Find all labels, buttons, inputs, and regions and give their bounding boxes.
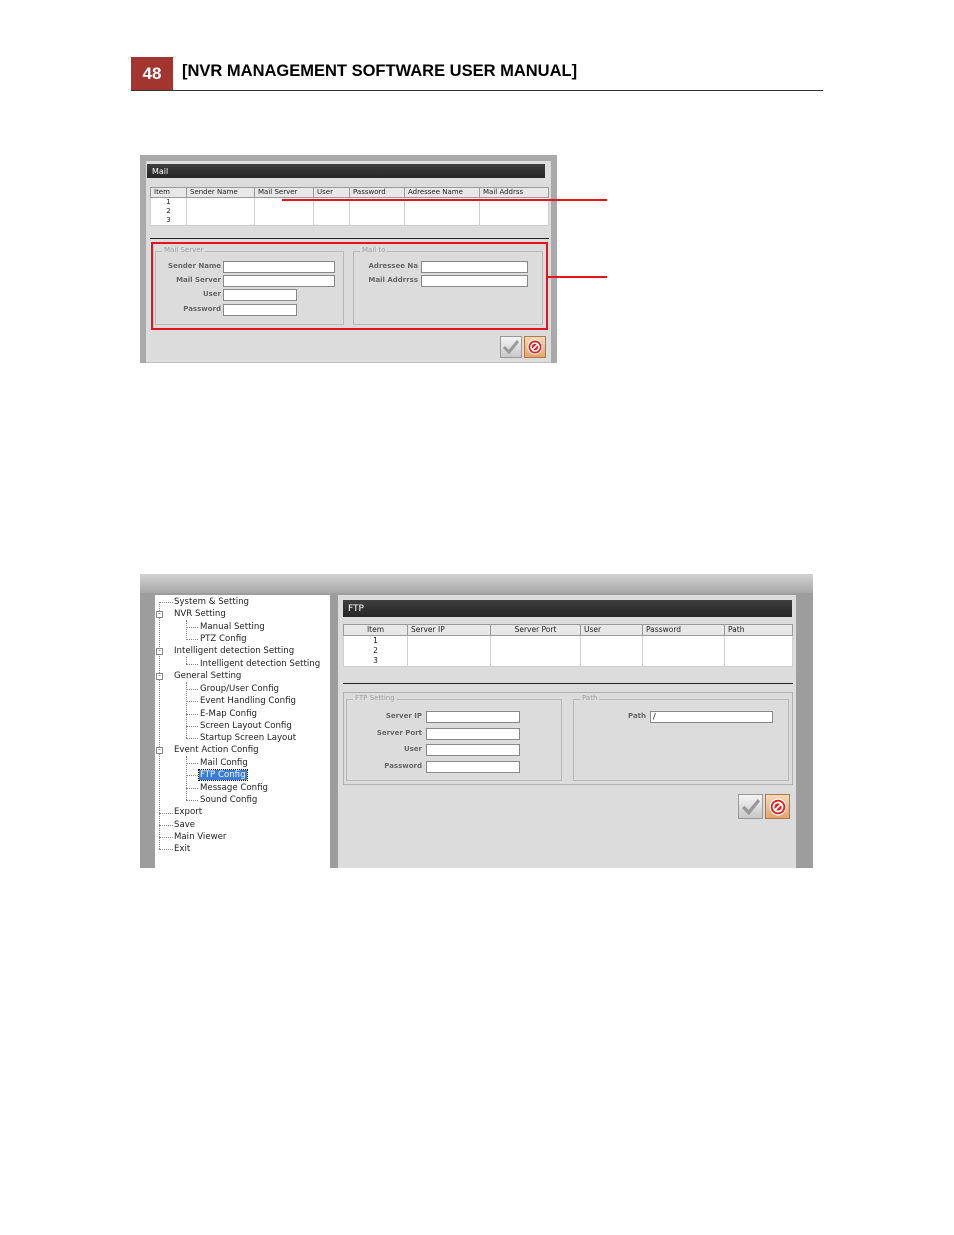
col-item: Item — [343, 624, 408, 636]
settings-tree[interactable]: - - - - System & Setting NVR Setting Man… — [155, 595, 330, 868]
path-input[interactable]: / — [650, 711, 773, 723]
table-row[interactable]: 2 — [343, 646, 793, 656]
tree-system-setting[interactable]: System & Setting — [174, 597, 249, 607]
cancel-button[interactable] — [524, 336, 546, 358]
tree-intelligent-detection-setting[interactable]: Intelligent detection Setting — [200, 659, 320, 669]
col-path: Path — [724, 624, 793, 636]
confirm-button[interactable] — [500, 336, 522, 358]
collapse-toggle-icon[interactable]: - — [156, 747, 163, 754]
checkmark-icon — [741, 798, 760, 815]
user-input[interactable] — [426, 744, 520, 756]
tree-mail-config[interactable]: Mail Config — [200, 758, 248, 768]
no-entry-icon — [769, 798, 786, 815]
page-number: 48 — [131, 57, 173, 91]
cancel-button[interactable] — [765, 794, 790, 819]
tree-main-viewer[interactable]: Main Viewer — [174, 832, 226, 842]
tree-group-user-config[interactable]: Group/User Config — [200, 684, 279, 694]
tree-event-action-config[interactable]: Event Action Config — [174, 745, 259, 755]
col-password: Password — [349, 187, 405, 198]
col-server-port: Server Port — [490, 624, 581, 636]
table-row[interactable]: 3 — [343, 656, 793, 667]
mail-window-titlebar: Mail — [147, 164, 545, 178]
tree-ftp-config[interactable]: FTP Config — [198, 769, 248, 781]
highlight-box — [151, 242, 548, 330]
window-frame-left — [140, 155, 146, 363]
table-row[interactable]: 3 — [150, 216, 549, 226]
confirm-button[interactable] — [738, 794, 763, 819]
table-row[interactable]: 2 — [150, 207, 549, 216]
server-ip-label: Server IP — [385, 712, 422, 720]
mail-config-window: Mail Item Sender Name Mail Server User P… — [140, 155, 557, 363]
server-port-input[interactable] — [426, 728, 520, 740]
col-adressee-name: Adressee Name — [404, 187, 480, 198]
manual-title: [NVR MANAGEMENT SOFTWARE USER MANUAL] — [182, 62, 578, 80]
ftp-setting-group: FTP Setting Server IP Server Port User P… — [346, 694, 562, 781]
col-item: Item — [150, 187, 187, 198]
callout-line-fields — [547, 276, 607, 278]
mail-window-title: Mail — [152, 166, 169, 176]
ftp-setting-legend: FTP Setting — [353, 694, 397, 702]
tree-emap-config[interactable]: E-Map Config — [200, 709, 257, 719]
collapse-toggle-icon[interactable]: - — [156, 611, 163, 618]
callout-line-table — [282, 199, 607, 201]
col-mail-addrss: Mail Addrss — [479, 187, 549, 198]
collapse-toggle-icon[interactable]: - — [156, 673, 163, 680]
ftp-pane: FTP Item Server IP Server Port User Pass… — [338, 595, 796, 868]
tree-screen-layout-config[interactable]: Screen Layout Config — [200, 721, 292, 731]
ftp-table[interactable]: Item Server IP Server Port User Password… — [343, 624, 793, 667]
window-frame-top — [140, 574, 813, 593]
no-entry-icon — [527, 339, 543, 355]
tree-exit[interactable]: Exit — [174, 844, 190, 854]
checkmark-icon — [503, 340, 519, 354]
mail-table[interactable]: Item Sender Name Mail Server User Passwo… — [150, 187, 549, 226]
tree-intelligent-detection[interactable]: Intelligent detection Setting — [174, 646, 294, 656]
col-password: Password — [642, 624, 725, 636]
tree-sound-config[interactable]: Sound Config — [200, 795, 257, 805]
ftp-config-window: - - - - System & Setting NVR Setting Man… — [140, 574, 813, 868]
server-port-label: Server Port — [376, 729, 422, 737]
tree-ptz-config[interactable]: PTZ Config — [200, 634, 247, 644]
tree-general-setting[interactable]: General Setting — [174, 671, 241, 681]
col-user: User — [580, 624, 643, 636]
header-rule — [131, 90, 823, 91]
tree-message-config[interactable]: Message Config — [200, 783, 268, 793]
path-legend: Path — [580, 694, 600, 702]
window-frame-top — [140, 155, 557, 161]
col-sender-name: Sender Name — [186, 187, 255, 198]
tree-nvr-setting[interactable]: NVR Setting — [174, 609, 226, 619]
password-input[interactable] — [426, 761, 520, 773]
ftp-window-titlebar: FTP — [343, 600, 792, 617]
tree-export[interactable]: Export — [174, 807, 202, 817]
user-label: User — [403, 745, 422, 753]
tree-manual-setting[interactable]: Manual Setting — [200, 622, 265, 632]
server-ip-input[interactable] — [426, 711, 520, 723]
section-divider — [343, 683, 793, 684]
ftp-window-title: FTP — [348, 603, 364, 614]
col-user: User — [313, 187, 350, 198]
col-mail-server: Mail Server — [254, 187, 314, 198]
tree-save[interactable]: Save — [174, 820, 195, 830]
password-label: Password — [384, 762, 422, 770]
table-row[interactable]: 1 — [343, 635, 793, 646]
col-server-ip: Server IP — [407, 624, 491, 636]
tree-event-handling-config[interactable]: Event Handling Config — [200, 696, 296, 706]
tree-startup-screen-layout[interactable]: Startup Screen Layout — [200, 733, 296, 743]
section-divider — [150, 238, 549, 239]
path-label: Path — [628, 712, 646, 720]
path-group: Path Path / — [573, 694, 789, 781]
window-frame-right — [551, 155, 557, 363]
collapse-toggle-icon[interactable]: - — [156, 648, 163, 655]
